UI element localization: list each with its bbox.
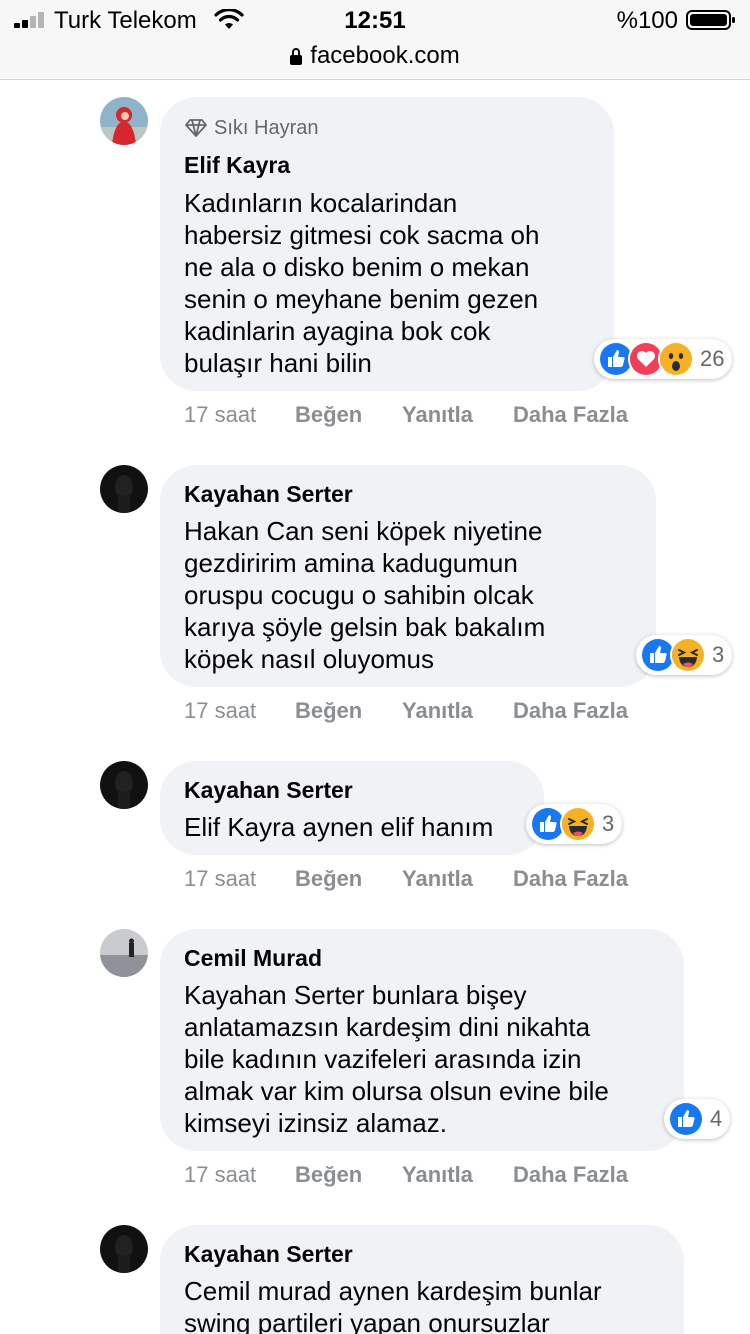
reaction-count: 26 xyxy=(700,346,725,371)
reaction-count: 3 xyxy=(602,811,615,836)
badge-label: Sıkı Hayran xyxy=(214,117,319,139)
comment-author[interactable]: Cemil Murad xyxy=(184,945,322,972)
more-button[interactable]: Daha Fazla xyxy=(513,866,628,892)
comment-bubble: Kayahan Serter Cemil murad aynen kardeşi… xyxy=(160,1225,684,1334)
avatar[interactable] xyxy=(100,761,148,809)
more-button[interactable]: Daha Fazla xyxy=(513,402,628,428)
more-button[interactable]: Daha Fazla xyxy=(513,1162,628,1188)
comment-text: Elif Kayra aynen elif hanım xyxy=(184,812,494,842)
like-button[interactable]: Beğen xyxy=(295,698,362,724)
comment-text: Kayahan Serter bunlara bişey anlatamazsı… xyxy=(184,980,609,1138)
comment-bubble: Cemil Murad Kayahan Serter bunlara bişey… xyxy=(160,929,684,1151)
reply-button[interactable]: Yanıtla xyxy=(402,698,473,724)
comment-time[interactable]: 17 saat xyxy=(184,698,256,724)
avatar[interactable] xyxy=(100,465,148,513)
comment-text: Kadınların kocalarindan habersiz gitmesi… xyxy=(184,188,540,378)
reply-button[interactable]: Yanıtla xyxy=(402,1162,473,1188)
comment-bubble: Sıkı Hayran Elif Kayra Kadınların kocala… xyxy=(160,97,614,391)
reaction-count: 3 xyxy=(712,642,725,667)
battery-percent: %100 xyxy=(616,7,678,34)
comment-bubble: Kayahan Serter Elif Kayra aynen elif han… xyxy=(160,761,544,855)
comment-author[interactable]: Kayahan Serter xyxy=(184,777,353,804)
comment-text: Cemil murad aynen kardeşim bunlar swing … xyxy=(184,1276,602,1334)
comment-author[interactable]: Kayahan Serter xyxy=(184,1241,353,1268)
reply-button[interactable]: Yanıtla xyxy=(402,866,473,892)
like-button[interactable]: Beğen xyxy=(295,402,362,428)
diamond-icon xyxy=(185,119,207,137)
comment-time[interactable]: 17 saat xyxy=(184,402,256,428)
comment-text: Hakan Can seni köpek niyetine gezdiririm… xyxy=(184,516,546,674)
url-text: facebook.com xyxy=(310,42,460,69)
status-bar: Turk Telekom 12:51 %100 xyxy=(0,0,750,40)
wow-icon xyxy=(658,341,694,377)
avatar[interactable] xyxy=(100,1225,148,1273)
comment-author[interactable]: Kayahan Serter xyxy=(184,481,353,508)
reaction-summary[interactable]: 26 xyxy=(594,339,733,379)
like-button[interactable]: Beğen xyxy=(295,1162,362,1188)
comment-bubble: Kayahan Serter Hakan Can seni köpek niye… xyxy=(160,465,656,687)
haha-icon xyxy=(670,637,706,673)
haha-icon xyxy=(560,806,596,842)
like-button[interactable]: Beğen xyxy=(295,866,362,892)
comment-author[interactable]: Elif Kayra xyxy=(184,152,290,179)
more-button[interactable]: Daha Fazla xyxy=(513,698,628,724)
reaction-count: 4 xyxy=(710,1106,723,1131)
battery-icon xyxy=(686,10,735,30)
lock-icon xyxy=(290,48,303,65)
like-icon xyxy=(668,1101,704,1137)
comment-time[interactable]: 17 saat xyxy=(184,1162,256,1188)
avatar[interactable] xyxy=(100,929,148,977)
browser-address-bar[interactable]: facebook.com xyxy=(0,40,750,80)
top-fan-badge: Sıkı Hayran xyxy=(184,117,318,140)
comment-time[interactable]: 17 saat xyxy=(184,866,256,892)
avatar[interactable] xyxy=(100,97,148,145)
reply-button[interactable]: Yanıtla xyxy=(402,402,473,428)
reaction-summary[interactable]: 3 xyxy=(636,635,733,675)
reaction-summary[interactable]: 4 xyxy=(664,1099,731,1139)
reaction-summary[interactable]: 3 xyxy=(526,804,623,844)
